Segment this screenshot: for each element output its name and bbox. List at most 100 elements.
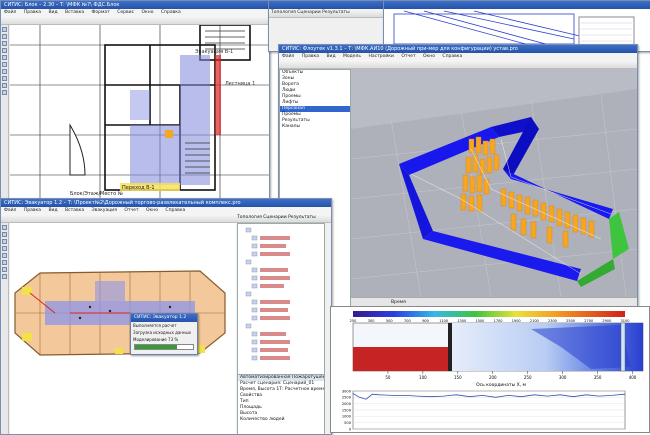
evac-menu-evac[interactable]: Эвакуация — [92, 208, 117, 213]
evac-door-icon[interactable] — [2, 253, 7, 258]
sim-menu-model[interactable]: Модель — [343, 54, 361, 59]
evac-exit-icon[interactable] — [2, 274, 7, 279]
y-tick-label: 2500 — [342, 396, 352, 400]
tab-results[interactable]: Результаты — [322, 10, 350, 15]
evac-people-icon[interactable] — [2, 260, 7, 265]
evac-menu-help[interactable]: Справка — [165, 208, 185, 213]
colorbar-tick-label: 2300 — [548, 319, 557, 323]
evac-tab-topology[interactable]: Топология — [237, 215, 262, 220]
sim-menu-file[interactable]: Файл — [282, 54, 294, 59]
plan-toolbar[interactable] — [1, 16, 269, 25]
evac-menu-report[interactable]: Отчет — [124, 208, 138, 213]
evac-menu-window[interactable]: Окно — [146, 208, 158, 213]
plan-window-titlebar[interactable]: СИТИС: Блок – 2.30 – Т: \МФК №7\ ФДС.Бло… — [1, 1, 269, 9]
zoom-tool-icon[interactable] — [2, 41, 7, 46]
sim3d-scene — [350, 89, 637, 298]
evac-object-tree[interactable] — [237, 223, 325, 375]
menu-view[interactable]: Вид — [48, 10, 57, 15]
evac-titlebar[interactable]: СИТИС: Эвакуатор 1.2 – Т: \Проект№2\Доро… — [1, 199, 331, 207]
menu-window[interactable]: Окно — [142, 10, 154, 15]
colorbar-tick-label: 500 — [386, 319, 393, 323]
sim-menu-report[interactable]: Отчет — [401, 54, 415, 59]
y-tick-label: 500 — [344, 421, 352, 425]
sim3d-titlebar[interactable]: СИТИС: Флоутек v1.3.1 – Т: \МФК.АИ10 (До… — [279, 45, 637, 53]
x-tick-label: 350 — [594, 375, 602, 380]
colorbar-tick-label: 2900 — [602, 319, 611, 323]
x-axis-label: Ось координаты Х, м — [476, 382, 526, 388]
props-row: Количество людей — [240, 417, 285, 422]
tab-scenarios[interactable]: Сценарии — [297, 10, 320, 15]
menu-edit[interactable]: Правка — [24, 10, 41, 15]
evac-zoom-icon[interactable] — [2, 239, 7, 244]
x-tick-label: 100 — [419, 375, 427, 380]
colorbar-tick-label: 2100 — [530, 319, 539, 323]
evac-stair-icon[interactable] — [2, 267, 7, 272]
x-tick-label: 200 — [489, 375, 497, 380]
evac-menu-edit[interactable]: Правка — [24, 208, 41, 213]
sim3d-toolbar[interactable] — [279, 60, 637, 69]
x-tick-label: 150 — [454, 375, 462, 380]
menu-help[interactable]: Справка — [161, 10, 181, 15]
room-tool-icon[interactable] — [2, 62, 7, 67]
plan-side-titlebar[interactable] — [269, 1, 384, 9]
tree-item[interactable]: Каналы — [280, 124, 350, 130]
wall-tool-icon[interactable] — [2, 48, 7, 53]
plan-left-toolbar[interactable] — [1, 25, 9, 206]
measure-tool-icon[interactable] — [2, 76, 7, 81]
evac-properties-panel[interactable]: Автоматизированная Пожаротушения и эваку… — [237, 374, 325, 434]
stair-tool-icon[interactable] — [2, 69, 7, 74]
evac-menu-file[interactable]: Файл — [4, 208, 16, 213]
evac-menu-insert[interactable]: Вставка — [65, 208, 84, 213]
sim-menu-window[interactable]: Окно — [423, 54, 435, 59]
dialog-line-3: Моделирование 73 % — [133, 337, 179, 342]
y-tick-label: 0 — [349, 427, 352, 431]
passage-label: Переход В-1 — [122, 185, 155, 191]
plan-side-tabs[interactable]: Топология Сценарии Результаты — [269, 9, 384, 18]
plan-window-menubar: Файл Правка Вид Вставка Формат Сервис Ок… — [1, 9, 269, 16]
plan-canvas[interactable]: Лестница 1 Эвакуация В-1 Блок/Этаж/Место… — [10, 24, 269, 206]
bottom-room-label: Блок/Этаж/Место № — [70, 191, 124, 197]
room-label-stair: Лестница 1 — [225, 81, 255, 87]
dialog-titlebar[interactable]: СИТИС: Эвакуатор 1.2 — [131, 314, 197, 322]
evac-room-icon[interactable] — [2, 246, 7, 251]
evac-tab-results[interactable]: Результаты — [288, 215, 316, 220]
x-tick-label: 400 — [629, 375, 637, 380]
evac-tab-scenarios[interactable]: Сценарии — [263, 215, 286, 220]
menu-service[interactable]: Сервис — [117, 10, 134, 15]
colorbar-tick-label: 1500 — [475, 319, 484, 323]
evac-left-toolbar[interactable] — [1, 223, 9, 434]
layer-tool-icon[interactable] — [2, 90, 7, 95]
y-tick-label: 3000 — [342, 389, 352, 393]
colorbar — [353, 311, 625, 317]
evac-window: СИТИС: Эвакуатор 1.2 – Т: \Проект№2\Доро… — [0, 198, 332, 435]
text-tool-icon[interactable] — [2, 83, 7, 88]
hot-layer — [353, 347, 448, 371]
colorbar-tick-label: 250 — [350, 319, 357, 323]
select-tool-icon[interactable] — [2, 27, 7, 32]
menu-insert[interactable]: Вставка — [65, 10, 84, 15]
evac-menu-view[interactable]: Вид — [48, 208, 57, 213]
menu-file[interactable]: Файл — [4, 10, 16, 15]
pan-tool-icon[interactable] — [2, 34, 7, 39]
sim-menu-help[interactable]: Справка — [442, 54, 462, 59]
colorbar-tick-label: 1300 — [457, 319, 466, 323]
exit-route-marker — [215, 55, 221, 135]
topright-titlebar[interactable] — [384, 1, 650, 9]
sim-menu-view[interactable]: Вид — [326, 54, 335, 59]
dialog-line-1: Выполняется расчет — [133, 323, 177, 328]
y-tick-label: 1500 — [342, 408, 352, 412]
evac-canvas[interactable]: СИТИС: Эвакуатор 1.2 Выполняется расчет … — [10, 223, 236, 434]
sim3d-viewport[interactable] — [350, 69, 637, 298]
door-tool-icon[interactable] — [2, 55, 7, 60]
evac-select-icon[interactable] — [2, 225, 7, 230]
sim-menu-edit[interactable]: Правка — [302, 54, 319, 59]
evac-tabs[interactable]: Топология Сценарии Результаты — [237, 214, 331, 222]
sim-menu-settings[interactable]: Настройки — [369, 54, 394, 59]
menu-format[interactable]: Формат — [92, 10, 110, 15]
evac-pan-icon[interactable] — [2, 232, 7, 237]
progress-dialog[interactable]: СИТИС: Эвакуатор 1.2 Выполняется расчет … — [130, 313, 198, 355]
tab-topology[interactable]: Топология — [271, 10, 296, 15]
time-label: Время — [391, 300, 406, 305]
fds-plot: 250 300 500 700 900 1100 1300 1500 1700 1900 2100 2… — [342, 311, 644, 431]
room-label-evac-top: Эвакуация В-1 — [195, 49, 233, 55]
